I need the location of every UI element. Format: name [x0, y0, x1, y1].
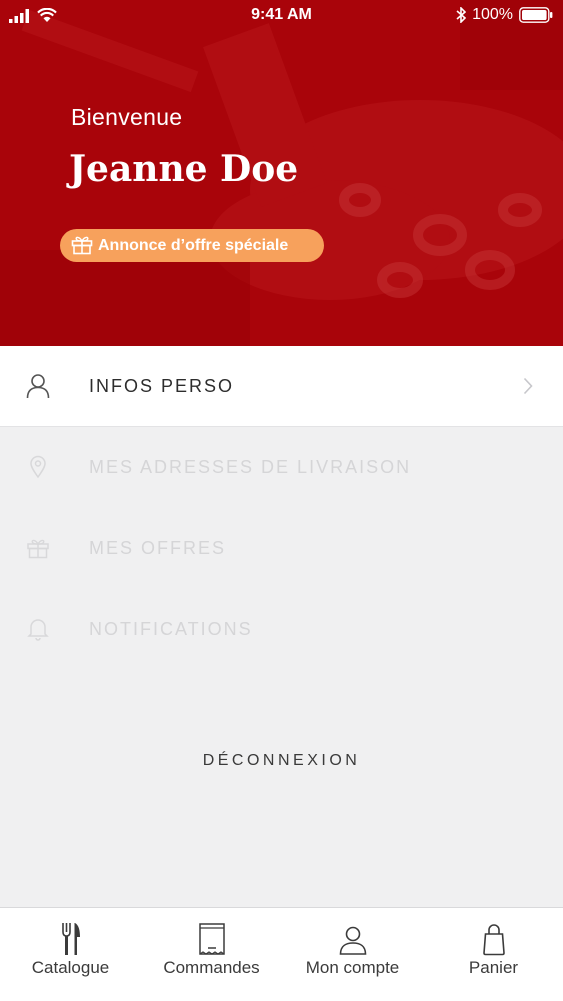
menu-item-adresses-livraison[interactable]: MES ADRESSES DE LIVRAISON — [0, 427, 563, 508]
tab-label: Panier — [468, 958, 519, 977]
menu-item-label: MES ADRESSES DE LIVRAISON — [89, 457, 412, 477]
receipt-icon — [198, 923, 225, 955]
tab-label: Mon compte — [305, 958, 400, 977]
tab-label: Catalogue — [31, 958, 110, 977]
tab-label: Commandes — [163, 958, 260, 977]
menu-item-infos-perso[interactable]: INFOS PERSO — [0, 346, 563, 427]
status-battery-group: 100% — [456, 6, 553, 24]
user-icon — [26, 374, 50, 399]
bell-icon — [27, 619, 49, 641]
logout-button[interactable]: DÉCONNEXION — [0, 752, 563, 770]
gift-icon — [71, 236, 93, 255]
battery-icon — [519, 7, 553, 23]
fork-knife-icon — [61, 923, 80, 955]
tab-mon-compte[interactable]: Mon compte — [282, 908, 423, 1001]
menu-item-label: NOTIFICATIONS — [89, 619, 253, 639]
chevron-right-icon — [523, 377, 533, 395]
special-offer-label: Annonce d’offre spéciale — [98, 236, 289, 254]
bluetooth-icon — [456, 7, 467, 23]
welcome-text: Bienvenue — [71, 104, 183, 130]
special-offer-button[interactable]: Annonce d’offre spéciale — [60, 229, 324, 262]
tab-catalogue[interactable]: Catalogue — [0, 908, 141, 1001]
tab-panier[interactable]: Panier — [423, 908, 563, 1001]
gift-icon — [27, 539, 49, 559]
profile-hero: 9:41 AM 100% Bienvenue Jeanne Doe Annonc… — [0, 0, 563, 346]
menu-item-label: INFOS PERSO — [89, 375, 235, 396]
user-name: Jeanne Doe — [69, 148, 299, 190]
shopping-bag-icon — [482, 924, 505, 956]
tab-commandes[interactable]: Commandes — [141, 908, 282, 1001]
location-pin-icon — [30, 455, 46, 479]
menu-item-label: MES OFFRES — [89, 538, 227, 558]
menu-item-notifications[interactable]: NOTIFICATIONS — [0, 589, 563, 670]
battery-percentage: 100% — [472, 6, 513, 23]
bottom-tab-bar: Catalogue Commandes Mon compte Panier — [0, 907, 563, 1001]
account-menu: INFOS PERSO MES ADRESSES DE LIVRAISON ME… — [0, 346, 563, 670]
status-bar: 9:41 AM 100% — [0, 0, 563, 34]
menu-item-mes-offres[interactable]: MES OFFRES — [0, 508, 563, 589]
user-icon — [339, 926, 366, 955]
